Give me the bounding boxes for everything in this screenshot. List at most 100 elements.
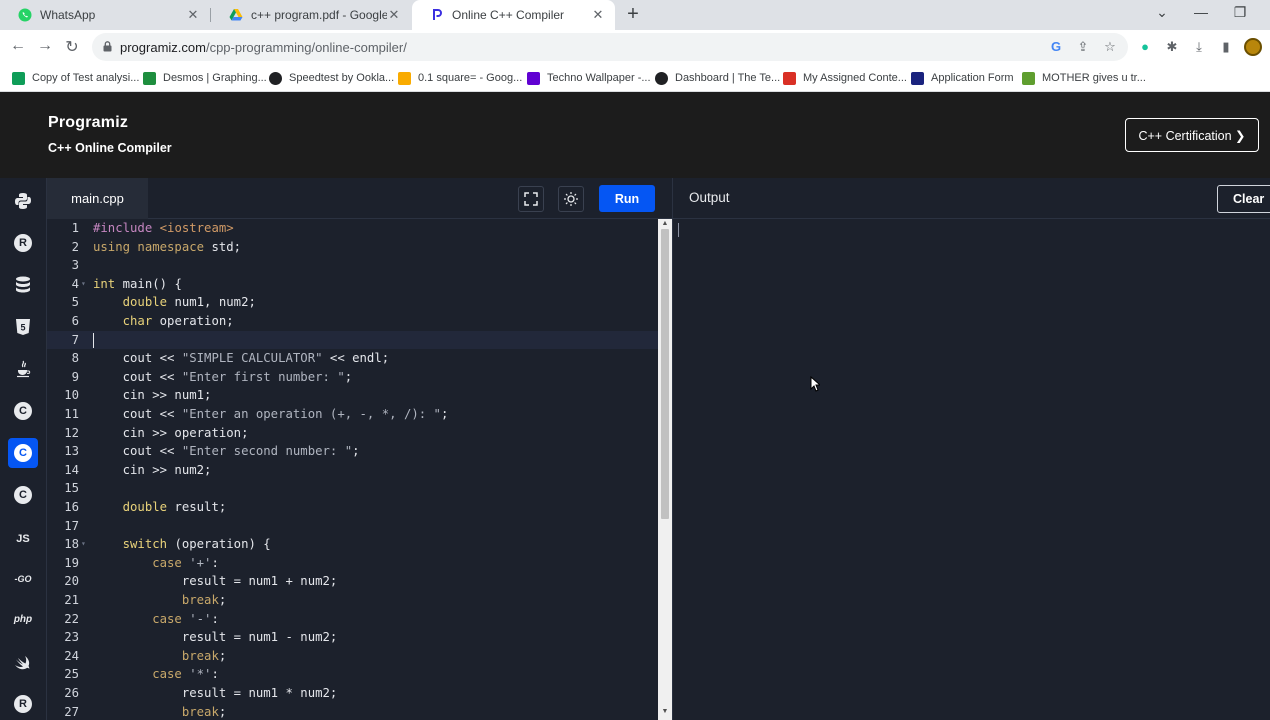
language-c[interactable]: C xyxy=(8,396,38,426)
language-go[interactable]: -GO xyxy=(8,564,38,594)
fold-arrow-icon[interactable]: ▾ xyxy=(81,275,86,294)
code-text: case '+': xyxy=(93,554,219,573)
code-line[interactable]: 1 #include <iostream> xyxy=(47,219,658,238)
bookmark-favicon-icon xyxy=(655,71,668,85)
close-tab-icon[interactable]: ✕ xyxy=(387,7,401,23)
line-number: 14 xyxy=(64,462,79,477)
code-line[interactable]: 25 case '*': xyxy=(47,665,658,684)
code-line[interactable]: 4 ▾ int main() { xyxy=(47,275,658,294)
back-icon[interactable]: ← xyxy=(8,37,28,55)
code-line[interactable]: 19 case '+': xyxy=(47,554,658,573)
code-text: break; xyxy=(93,647,226,666)
language-php[interactable]: php xyxy=(8,604,38,634)
cpp-certification-button[interactable]: C++ Certification ❯ xyxy=(1125,118,1259,152)
bookmark-item[interactable]: Techno Wallpaper -... xyxy=(527,69,651,87)
language-csharp[interactable]: C xyxy=(8,480,38,510)
address-bar[interactable]: programiz.com/cpp-programming/online-com… xyxy=(92,33,1128,61)
theme-toggle-button[interactable] xyxy=(558,186,584,212)
code-line[interactable]: 26 result = num1 * num2; xyxy=(47,684,658,703)
browser-tab-whatsapp[interactable]: WhatsApp ✕ xyxy=(0,0,210,30)
code-line[interactable]: 11 cout << "Enter an operation (+, -, *,… xyxy=(47,405,658,424)
scroll-up-arrow-icon[interactable]: ▲ xyxy=(658,220,672,227)
close-tab-icon[interactable]: ✕ xyxy=(591,7,605,23)
reload-icon[interactable]: ↻ xyxy=(62,37,82,57)
code-token: << endl; xyxy=(322,351,390,366)
tab-search-icon[interactable]: ⌄ xyxy=(1152,4,1172,21)
language-r[interactable]: R xyxy=(8,228,38,258)
new-tab-button[interactable]: + xyxy=(622,3,644,26)
clear-button[interactable]: Clear xyxy=(1217,185,1270,213)
bookmark-item[interactable]: 0.1 square= - Goog... xyxy=(398,69,522,87)
extensions-puzzle-icon[interactable]: ✱ xyxy=(1164,39,1180,55)
run-button[interactable]: Run xyxy=(599,185,655,212)
code-line[interactable]: 17 xyxy=(47,517,658,536)
code-line[interactable]: 3 xyxy=(47,256,658,275)
language-javascript[interactable]: JS xyxy=(8,524,38,554)
code-token: cin >> num1; xyxy=(93,388,212,403)
line-number: 26 xyxy=(64,686,79,700)
code-line[interactable]: 15 xyxy=(47,479,658,498)
line-number: 7 xyxy=(71,332,79,347)
code-line[interactable]: 12 cin >> operation; xyxy=(47,424,658,443)
scrollbar-thumb[interactable] xyxy=(661,229,669,519)
fullscreen-icon xyxy=(524,192,538,206)
programiz-logo[interactable]: Programiz xyxy=(48,114,128,132)
code-line[interactable]: 10 cin >> num1; xyxy=(47,386,658,405)
grammarly-extension-icon[interactable]: ● xyxy=(1137,39,1153,55)
output-console[interactable] xyxy=(672,219,1270,720)
bookmark-item[interactable]: Desmos | Graphing... xyxy=(143,69,267,87)
profile-avatar[interactable] xyxy=(1244,38,1262,56)
language-cpp[interactable]: C xyxy=(8,438,38,468)
code-token: ; xyxy=(218,704,227,719)
language-python[interactable] xyxy=(8,186,38,216)
code-line[interactable]: 18 ▾ switch (operation) { xyxy=(47,535,658,554)
bookmark-item[interactable]: Application Form xyxy=(911,69,1014,87)
code-token: result; xyxy=(174,500,227,514)
code-line[interactable]: 24 break; xyxy=(47,647,658,666)
code-line[interactable]: 22 case '-': xyxy=(47,610,658,629)
scroll-down-arrow-icon[interactable]: ▼ xyxy=(658,708,672,715)
code-line[interactable]: 27 break; xyxy=(47,703,658,720)
code-line[interactable]: 20 result = num1 + num2; xyxy=(47,572,658,591)
bookmark-item[interactable]: Copy of Test analysi... xyxy=(12,69,139,87)
code-line[interactable]: 23 result = num1 - num2; xyxy=(47,628,658,647)
code-line[interactable]: 7 xyxy=(47,330,658,350)
code-line[interactable]: 16 double result; xyxy=(47,498,658,517)
language-swift[interactable] xyxy=(8,648,38,678)
bookmark-item[interactable]: Dashboard | The Te... xyxy=(655,69,780,87)
code-line[interactable]: 6 char operation; xyxy=(47,312,658,331)
side-panel-icon[interactable]: ▮ xyxy=(1218,39,1234,55)
code-line[interactable]: 14 cin >> num2; xyxy=(47,461,658,480)
bookmark-item[interactable]: My Assigned Conte... xyxy=(783,69,907,87)
share-icon[interactable]: ⇪ xyxy=(1075,39,1091,55)
bookmark-label: Techno Wallpaper -... xyxy=(547,72,651,84)
fold-arrow-icon[interactable]: ▾ xyxy=(81,535,86,554)
close-tab-icon[interactable]: ✕ xyxy=(186,7,200,23)
file-tab-main-cpp[interactable]: main.cpp xyxy=(47,178,148,219)
forward-icon[interactable]: → xyxy=(35,37,55,55)
code-editor[interactable]: 1 #include <iostream> 2 using namespace std… xyxy=(47,219,658,720)
language-html[interactable]: 5 xyxy=(8,312,38,342)
code-token: case xyxy=(93,555,190,570)
lock-icon xyxy=(103,41,112,52)
google-lens-icon[interactable]: G xyxy=(1048,39,1064,55)
code-line[interactable]: 9 cout << "Enter first number: "; xyxy=(47,368,658,387)
download-icon[interactable]: ⤓ xyxy=(1191,39,1207,55)
bookmark-star-icon[interactable]: ☆ xyxy=(1102,39,1118,55)
language-rust[interactable]: R xyxy=(8,689,38,719)
fullscreen-button[interactable] xyxy=(518,186,544,212)
restore-icon[interactable]: ❐ xyxy=(1230,4,1250,21)
code-line[interactable]: 2 using namespace std; xyxy=(47,238,658,257)
bookmark-item[interactable]: Speedtest by Ookla... xyxy=(269,69,394,87)
editor-scrollbar[interactable]: ▲ ▼ xyxy=(658,219,672,720)
code-line[interactable]: 5 double num1, num2; xyxy=(47,293,658,312)
code-line[interactable]: 13 cout << "Enter second number: "; xyxy=(47,442,658,461)
code-line[interactable]: 21 break; xyxy=(47,591,658,610)
bookmark-item[interactable]: MOTHER gives u tr... xyxy=(1022,69,1146,87)
code-line[interactable]: 8 cout << "SIMPLE CALCULATOR" << endl; xyxy=(47,349,658,368)
language-java[interactable] xyxy=(8,354,38,384)
minimize-icon[interactable]: — xyxy=(1191,4,1211,20)
language-sql[interactable] xyxy=(8,270,38,300)
browser-tab-online-compiler[interactable]: Online C++ Compiler ✕ xyxy=(412,0,615,30)
browser-tab-google-drive[interactable]: c++ program.pdf - Google Drive ✕ xyxy=(211,0,411,30)
